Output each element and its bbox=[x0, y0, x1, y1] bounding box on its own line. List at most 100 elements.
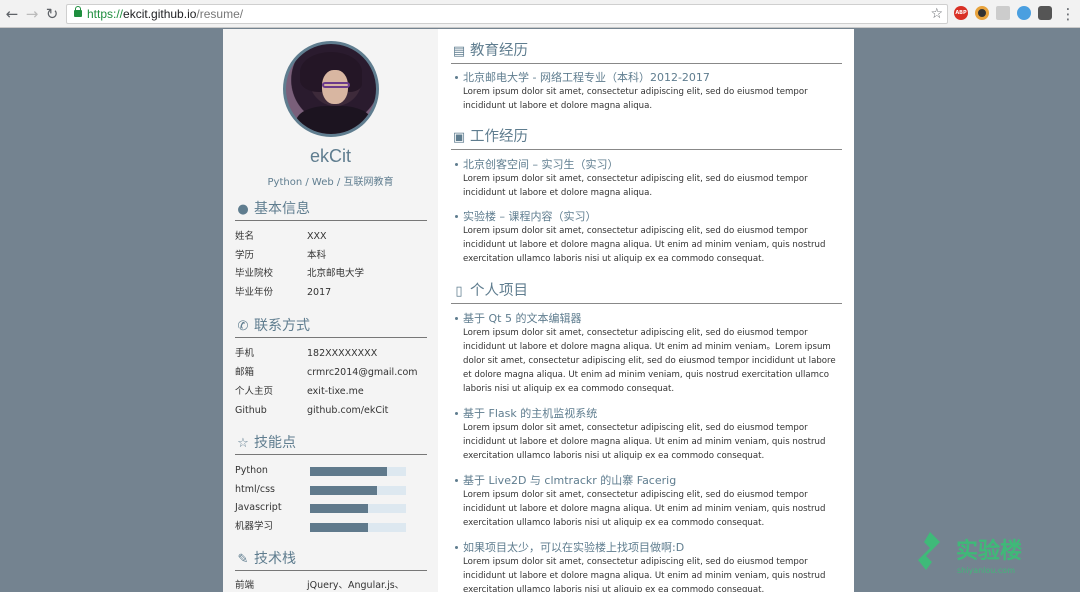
item-description: Lorem ipsum dolor sit amet, consectetur … bbox=[463, 423, 826, 461]
extension-icon[interactable] bbox=[996, 6, 1010, 20]
projects-heading: ▯ 个人项目 bbox=[451, 280, 842, 304]
skill-name: Python bbox=[235, 465, 268, 476]
item-title: 基于 Flask 的主机监视系统 bbox=[463, 407, 598, 420]
contact-key: 手机 bbox=[235, 348, 255, 359]
item-title: 如果项目太少，可以在实验楼上找项目做啊:D bbox=[463, 541, 685, 554]
reload-icon[interactable]: ↻ bbox=[44, 6, 60, 22]
avatar bbox=[283, 41, 379, 137]
phone-icon: ✆ bbox=[237, 319, 249, 334]
info-key: 学历 bbox=[235, 250, 255, 261]
item-description: Lorem ipsum dolor sit amet, consectetur … bbox=[463, 174, 808, 198]
back-arrow-icon[interactable]: ← bbox=[4, 6, 20, 22]
projects-title: 个人项目 bbox=[470, 283, 528, 299]
user-icon: ● bbox=[237, 202, 249, 217]
wrench-icon: ✎ bbox=[237, 552, 249, 567]
tech-stack-heading: ✎ 技术栈 bbox=[235, 549, 427, 571]
list-item: 实验楼 – 课程内容（实习） Lorem ipsum dolor sit ame… bbox=[455, 209, 841, 266]
list-item: 北京邮电大学 - 网络工程专业（本科）2012-2017 Lorem ipsum… bbox=[455, 70, 841, 113]
info-value: XXX bbox=[307, 231, 327, 242]
stack-row: 前端 jQuery、Angular.js、 bbox=[235, 576, 427, 592]
url-host: ekcit.github.io bbox=[123, 7, 197, 21]
contact-row: 手机 182XXXXXXXX bbox=[235, 344, 427, 363]
resume-main: ▤ 教育经历 北京邮电大学 - 网络工程专业（本科）2012-2017 Lorem… bbox=[438, 29, 854, 592]
skill-row: 机器学习 bbox=[235, 517, 427, 536]
forward-arrow-icon[interactable]: → bbox=[24, 6, 40, 22]
stack-value: jQuery、Angular.js、 bbox=[307, 580, 405, 591]
item-description: Lorem ipsum dolor sit amet, consectetur … bbox=[463, 490, 826, 528]
book-icon: ▤ bbox=[452, 44, 466, 59]
info-row: 学历 本科 bbox=[235, 246, 427, 265]
item-title: 基于 Live2D 与 clmtrackr 的山寨 Facerig bbox=[463, 474, 677, 487]
basic-info-heading: ● 基本信息 bbox=[235, 199, 427, 221]
contact-row: Github github.com/ekCit bbox=[235, 401, 427, 420]
basic-info-title: 基本信息 bbox=[254, 201, 310, 217]
skill-bar bbox=[310, 523, 406, 532]
lock-icon bbox=[74, 6, 82, 17]
bookmark-star-icon[interactable]: ☆ bbox=[930, 6, 943, 22]
work-heading: ▣ 工作经历 bbox=[451, 126, 842, 150]
skill-name: Javascript bbox=[235, 502, 282, 513]
work-title: 工作经历 bbox=[470, 129, 528, 145]
item-description: Lorem ipsum dolor sit amet, consectetur … bbox=[463, 87, 808, 111]
info-key: 毕业院校 bbox=[235, 268, 274, 279]
menu-kebab-icon[interactable]: ⋮ bbox=[1060, 6, 1076, 22]
url-scheme: https:// bbox=[87, 7, 124, 21]
contact-heading: ✆ 联系方式 bbox=[235, 316, 427, 338]
info-key: 姓名 bbox=[235, 231, 255, 242]
stack-key: 前端 bbox=[235, 580, 255, 591]
contact-key: 邮箱 bbox=[235, 367, 255, 378]
url-text: https://ekcit.github.io/resume/ bbox=[87, 7, 243, 21]
education-heading: ▤ 教育经历 bbox=[451, 40, 842, 64]
item-title: 北京邮电大学 - 网络工程专业（本科）2012-2017 bbox=[463, 71, 710, 84]
clipboard-icon: ▯ bbox=[455, 284, 463, 299]
skill-row: html/css bbox=[235, 480, 427, 499]
list-item: 基于 Qt 5 的文本编辑器 Lorem ipsum dolor sit ame… bbox=[455, 311, 841, 396]
item-title: 基于 Qt 5 的文本编辑器 bbox=[463, 312, 582, 325]
item-description: Lorem ipsum dolor sit amet, consectetur … bbox=[463, 226, 826, 264]
contact-value: 182XXXXXXXX bbox=[307, 348, 378, 359]
info-row: 毕业院校 北京邮电大学 bbox=[235, 264, 427, 283]
skill-fill bbox=[310, 467, 387, 476]
skill-row: Javascript bbox=[235, 498, 427, 517]
briefcase-icon: ▣ bbox=[452, 130, 466, 145]
info-key: 毕业年份 bbox=[235, 287, 274, 298]
watermark-text: 实验楼 bbox=[956, 539, 1023, 564]
extension-icon[interactable] bbox=[1038, 6, 1052, 20]
resume-sidebar: ekCit Python / Web / 互联网教育 ● 基本信息 姓名 XXX 学… bbox=[223, 29, 438, 592]
skill-row: Python bbox=[235, 461, 427, 480]
address-bar[interactable]: https://ekcit.github.io/resume/ ☆ bbox=[66, 4, 948, 24]
skill-name: html/css bbox=[235, 484, 275, 495]
item-description: Lorem ipsum dolor sit amet, consectetur … bbox=[463, 328, 836, 394]
info-value: 本科 bbox=[307, 250, 327, 261]
info-value: 北京邮电大学 bbox=[307, 268, 365, 279]
skills-heading: ☆ 技能点 bbox=[235, 433, 427, 455]
extension-icon[interactable] bbox=[975, 6, 989, 20]
list-item: 如果项目太少，可以在实验楼上找项目做啊:D Lorem ipsum dolor … bbox=[455, 540, 841, 592]
email-link[interactable]: crmrc2014@gmail.com bbox=[307, 363, 418, 382]
browser-toolbar: ← → ↻ https://ekcit.github.io/resume/ ☆ … bbox=[0, 0, 1080, 28]
skill-fill bbox=[310, 486, 378, 495]
contact-key: Github bbox=[235, 405, 267, 416]
item-description: Lorem ipsum dolor sit amet, consectetur … bbox=[463, 557, 826, 592]
contact-row: 个人主页 exit-tixe.me bbox=[235, 382, 427, 401]
skill-fill bbox=[310, 523, 368, 532]
watermark-subtext: shiyanlou.com bbox=[957, 566, 1015, 575]
contact-title: 联系方式 bbox=[254, 318, 310, 334]
github-link[interactable]: github.com/ekCit bbox=[307, 401, 388, 420]
extension-icon[interactable] bbox=[1017, 6, 1031, 20]
education-title: 教育经历 bbox=[470, 43, 528, 59]
profile-name: ekCit bbox=[309, 146, 351, 166]
item-title: 实验楼 – 课程内容（实习） bbox=[463, 210, 597, 223]
skill-fill bbox=[310, 504, 368, 513]
skill-name: 机器学习 bbox=[235, 521, 274, 532]
list-item: 北京创客空间 – 实习生（实习） Lorem ipsum dolor sit a… bbox=[455, 157, 841, 200]
profile-subtitle: Python / Web / 互联网教育 bbox=[267, 177, 394, 188]
homepage-link[interactable]: exit-tixe.me bbox=[307, 382, 364, 401]
url-path: /resume/ bbox=[196, 7, 244, 21]
item-title: 北京创客空间 – 实习生（实习） bbox=[463, 158, 619, 171]
skills-title: 技能点 bbox=[254, 435, 296, 451]
info-value: 2017 bbox=[307, 287, 332, 298]
shiyanlou-logo-icon bbox=[918, 532, 940, 570]
skill-bar bbox=[310, 467, 406, 476]
adblock-extension-icon[interactable]: ABP bbox=[954, 6, 968, 20]
